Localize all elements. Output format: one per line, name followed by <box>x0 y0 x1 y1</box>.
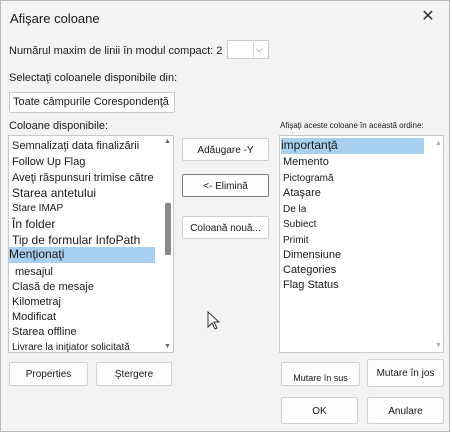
shown-list-scrollbar[interactable]: ▲ ▼ <box>433 136 443 352</box>
list-item-selected[interactable]: Menţionaţi <box>9 247 155 263</box>
chevron-down-icon[interactable]: ⌵ <box>256 44 263 55</box>
list-item[interactable]: Kilometraj <box>12 296 61 308</box>
scrollbar-thumb[interactable] <box>165 203 171 255</box>
list-item-selected[interactable]: importanţă <box>281 138 424 154</box>
list-item[interactable]: Ataşare <box>283 187 321 199</box>
dialog-title: Afişare coloane <box>10 11 100 26</box>
list-item[interactable]: Primit <box>283 235 309 246</box>
list-item[interactable]: De la <box>283 204 306 215</box>
list-item[interactable]: Follow Up Flag <box>12 156 85 168</box>
list-item[interactable]: Stare IMAP <box>12 203 63 214</box>
list-item[interactable]: Subiect <box>283 219 316 230</box>
list-item[interactable]: Memento <box>283 156 329 168</box>
compact-lines-dropdown[interactable]: ⌵ <box>227 40 269 59</box>
move-up-button[interactable]: Mutare în sus <box>281 362 360 386</box>
scroll-up-icon[interactable]: ▲ <box>435 140 442 147</box>
available-columns-list[interactable]: Semnalizaţi data finalizării Follow Up F… <box>8 135 174 353</box>
move-down-button[interactable]: Mutare în jos <box>367 359 444 387</box>
scroll-up-icon[interactable]: ▲ <box>164 138 171 145</box>
list-item[interactable]: Aveţi răspunsuri trimise către <box>12 172 154 184</box>
shown-columns-label: Afişaţi aceste coloane în această ordine… <box>280 121 424 130</box>
add-button[interactable]: Adăugare -Y <box>182 138 269 161</box>
available-columns-label: Coloane disponibile: <box>9 120 109 132</box>
list-item[interactable]: Livrare la iniţiator solicitată <box>12 342 130 352</box>
delete-button[interactable]: Ştergere <box>96 362 172 386</box>
list-item[interactable]: Flag Status <box>283 279 339 291</box>
close-icon[interactable]: ✕ <box>419 8 437 26</box>
scroll-down-icon[interactable]: ▼ <box>435 342 442 349</box>
list-item[interactable]: Pictogramă <box>283 173 334 184</box>
list-item[interactable]: În folder <box>12 217 55 231</box>
source-label: Selectaţi coloanele disponibile din: <box>9 72 178 84</box>
show-columns-dialog: Afişare coloane ✕ Numărul maxim de linii… <box>0 0 450 432</box>
cancel-button[interactable]: Anulare <box>367 397 444 424</box>
new-column-button[interactable]: Coloană nouă... <box>182 216 269 239</box>
source-select[interactable]: Toate câmpurile Corespondenţă <box>9 92 175 113</box>
list-item[interactable]: Dimensiune <box>283 249 341 261</box>
remove-button[interactable]: <- Elimină <box>182 174 269 197</box>
list-item[interactable]: Starea antetului <box>12 186 96 200</box>
list-item[interactable]: Clasă de mesaje <box>12 281 94 293</box>
ok-button[interactable]: OK <box>281 397 358 424</box>
list-item[interactable]: Semnalizaţi data finalizării <box>12 140 139 152</box>
list-item[interactable]: Tip de formular InfoPath <box>12 233 140 247</box>
list-item[interactable]: Modificat <box>12 311 56 323</box>
mouse-pointer-icon <box>207 311 221 330</box>
list-item[interactable]: Categories <box>283 264 336 276</box>
list-item[interactable]: mesajul <box>15 266 53 278</box>
title-bar: Afişare coloane ✕ <box>1 1 449 35</box>
shown-columns-list[interactable]: importanţă Memento Pictogramă Ataşare De… <box>279 135 444 353</box>
list-item[interactable]: Starea offline <box>12 326 77 338</box>
dropdown-separator <box>253 42 254 57</box>
scroll-down-icon[interactable]: ▼ <box>164 343 171 350</box>
compact-lines-label: Numărul maxim de linii în modul compact:… <box>9 45 223 57</box>
available-list-scrollbar[interactable]: ▲ ▼ <box>163 136 173 352</box>
properties-button[interactable]: Properties <box>9 362 88 386</box>
